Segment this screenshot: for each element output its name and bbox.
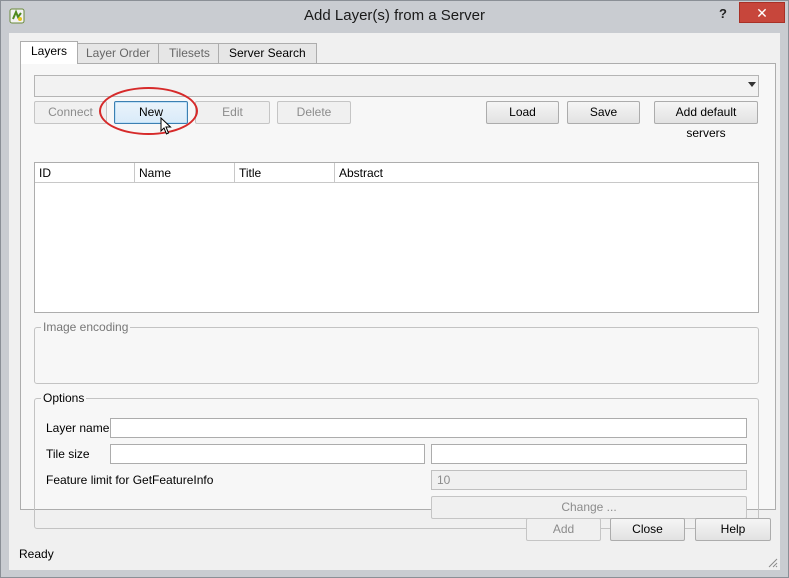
edit-button[interactable]: Edit: [195, 101, 270, 124]
status-bar-text: Ready: [19, 547, 54, 561]
highlight-ellipse: [99, 87, 198, 135]
options-title: Options: [41, 391, 87, 405]
layers-tab-panel: Connect New Edit Delete Load Save Add de…: [20, 63, 776, 529]
save-button[interactable]: Save: [567, 101, 640, 124]
tab-layer-order[interactable]: Layer Order: [75, 43, 162, 63]
load-button[interactable]: Load: [486, 101, 559, 124]
layers-table[interactable]: ID Name Title Abstract: [34, 162, 759, 313]
add-default-servers-button[interactable]: Add default servers: [654, 101, 758, 140]
tab-layers[interactable]: Layers: [20, 41, 79, 64]
feature-limit-input[interactable]: 10: [431, 470, 747, 490]
window-close-button[interactable]: ✕: [739, 2, 785, 23]
dialog-client-area: Layers Layer Order Tilesets Server Searc…: [9, 33, 780, 570]
tab-server-search[interactable]: Server Search: [218, 43, 317, 63]
image-encoding-group: Image encoding: [34, 320, 759, 384]
column-header-id[interactable]: ID: [35, 163, 135, 183]
title-bar[interactable]: Add Layer(s) from a Server ? ✕: [1, 1, 788, 33]
resize-grip-icon[interactable]: [766, 556, 778, 568]
connect-button[interactable]: Connect: [34, 101, 107, 124]
layer-name-input[interactable]: [110, 418, 747, 438]
tile-height-input[interactable]: [431, 444, 747, 464]
change-crs-button[interactable]: Change ...: [431, 496, 747, 519]
image-encoding-title: Image encoding: [41, 320, 131, 334]
options-group: Options Layer name Tile size Feature lim…: [34, 391, 759, 529]
tile-size-label: Tile size: [46, 447, 90, 461]
add-button[interactable]: Add: [526, 518, 601, 541]
mouse-pointer-icon: [160, 117, 172, 135]
column-header-title[interactable]: Title: [235, 163, 335, 183]
chevron-down-icon[interactable]: [748, 82, 756, 87]
dialog-window: Add Layer(s) from a Server ? ✕ Layers La…: [0, 0, 789, 578]
column-header-abstract[interactable]: Abstract: [335, 163, 758, 183]
column-header-name[interactable]: Name: [135, 163, 235, 183]
delete-button[interactable]: Delete: [277, 101, 351, 124]
window-title: Add Layer(s) from a Server: [304, 7, 485, 24]
tile-width-input[interactable]: [110, 444, 425, 464]
help-question-icon[interactable]: ?: [713, 4, 733, 24]
close-button[interactable]: Close: [610, 518, 685, 541]
feature-limit-label: Feature limit for GetFeatureInfo: [46, 473, 214, 487]
layer-name-label: Layer name: [46, 421, 110, 435]
layers-table-header: ID Name Title Abstract: [35, 163, 758, 183]
tab-tilesets[interactable]: Tilesets: [158, 43, 221, 63]
help-button[interactable]: Help: [695, 518, 771, 541]
